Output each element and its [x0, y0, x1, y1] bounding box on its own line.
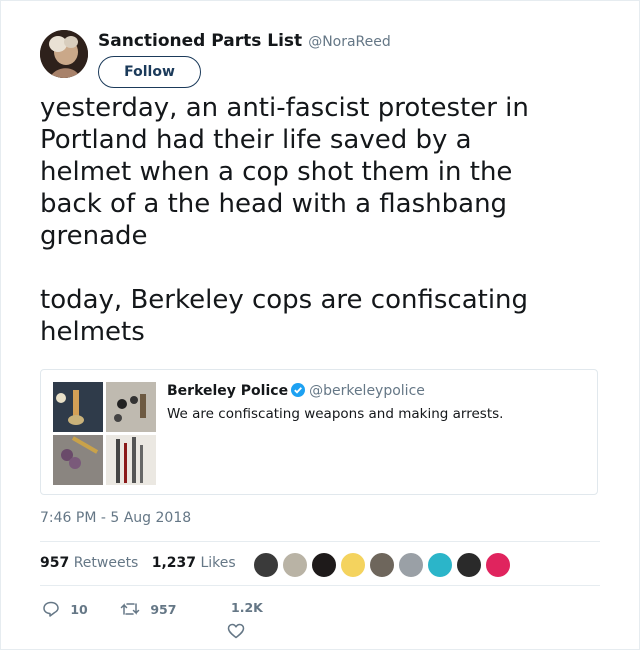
- quoted-author-name[interactable]: Berkeley Police: [167, 383, 288, 399]
- reply-count: 10: [70, 602, 88, 617]
- liker-avatar[interactable]: [253, 552, 279, 578]
- liker-avatar[interactable]: [282, 552, 308, 578]
- engagement-stats: 957 Retweets 1,237 Likes: [40, 555, 236, 571]
- likes-count: 1,237: [151, 555, 197, 571]
- retweet-icon: [120, 603, 140, 615]
- tweet-text: yesterday, an anti-fascist protester in …: [40, 93, 529, 347]
- like-action[interactable]: 1.2K: [227, 600, 263, 639]
- reply-icon: [43, 601, 59, 617]
- retweet-count: 957: [150, 602, 177, 617]
- quoted-tweet-media[interactable]: [53, 382, 156, 485]
- reply-action[interactable]: 10: [42, 600, 88, 618]
- liker-avatar[interactable]: [427, 552, 453, 578]
- likes-label: Likes: [200, 555, 236, 571]
- retweets-count: 957: [40, 555, 70, 571]
- divider: [40, 541, 600, 542]
- like-count: 1.2K: [231, 600, 263, 615]
- media-thumbnail[interactable]: [53, 435, 103, 485]
- liker-avatar[interactable]: [340, 552, 366, 578]
- quoted-author-row[interactable]: Berkeley Police @berkeleypolice: [167, 383, 425, 399]
- quoted-tweet-text: We are confiscating weapons and making a…: [167, 406, 504, 422]
- likes-stat[interactable]: 1,237 Likes: [152, 555, 236, 571]
- verified-badge-icon: [291, 383, 306, 397]
- heart-icon-wrap: [227, 622, 245, 640]
- author-name-row[interactable]: Sanctioned Parts List @NoraReed: [98, 31, 391, 51]
- media-thumbnail[interactable]: [106, 435, 156, 485]
- author-avatar[interactable]: [40, 30, 88, 78]
- tweet-actions: 10 957 1.2K: [40, 600, 600, 645]
- follow-button[interactable]: Follow: [98, 56, 201, 88]
- liker-avatar[interactable]: [398, 552, 424, 578]
- media-thumbnail[interactable]: [53, 382, 103, 432]
- heart-icon: [227, 623, 245, 639]
- liker-avatar[interactable]: [485, 552, 511, 578]
- author-handle[interactable]: @NoraReed: [308, 34, 391, 50]
- quoted-author-handle[interactable]: @berkeleypolice: [309, 383, 425, 399]
- liker-avatar[interactable]: [456, 552, 482, 578]
- media-thumbnail[interactable]: [106, 382, 156, 432]
- retweets-label: Retweets: [73, 555, 139, 571]
- liker-avatar[interactable]: [369, 552, 395, 578]
- retweet-action[interactable]: 957: [120, 600, 176, 618]
- tweet-timestamp[interactable]: 7:46 PM - 5 Aug 2018: [40, 510, 191, 526]
- liker-avatar[interactable]: [311, 552, 337, 578]
- divider: [40, 585, 600, 586]
- author-name[interactable]: Sanctioned Parts List: [98, 31, 302, 51]
- quoted-tweet[interactable]: Berkeley Police @berkeleypolice We are co…: [40, 369, 598, 495]
- retweets-stat[interactable]: 957 Retweets: [40, 555, 138, 571]
